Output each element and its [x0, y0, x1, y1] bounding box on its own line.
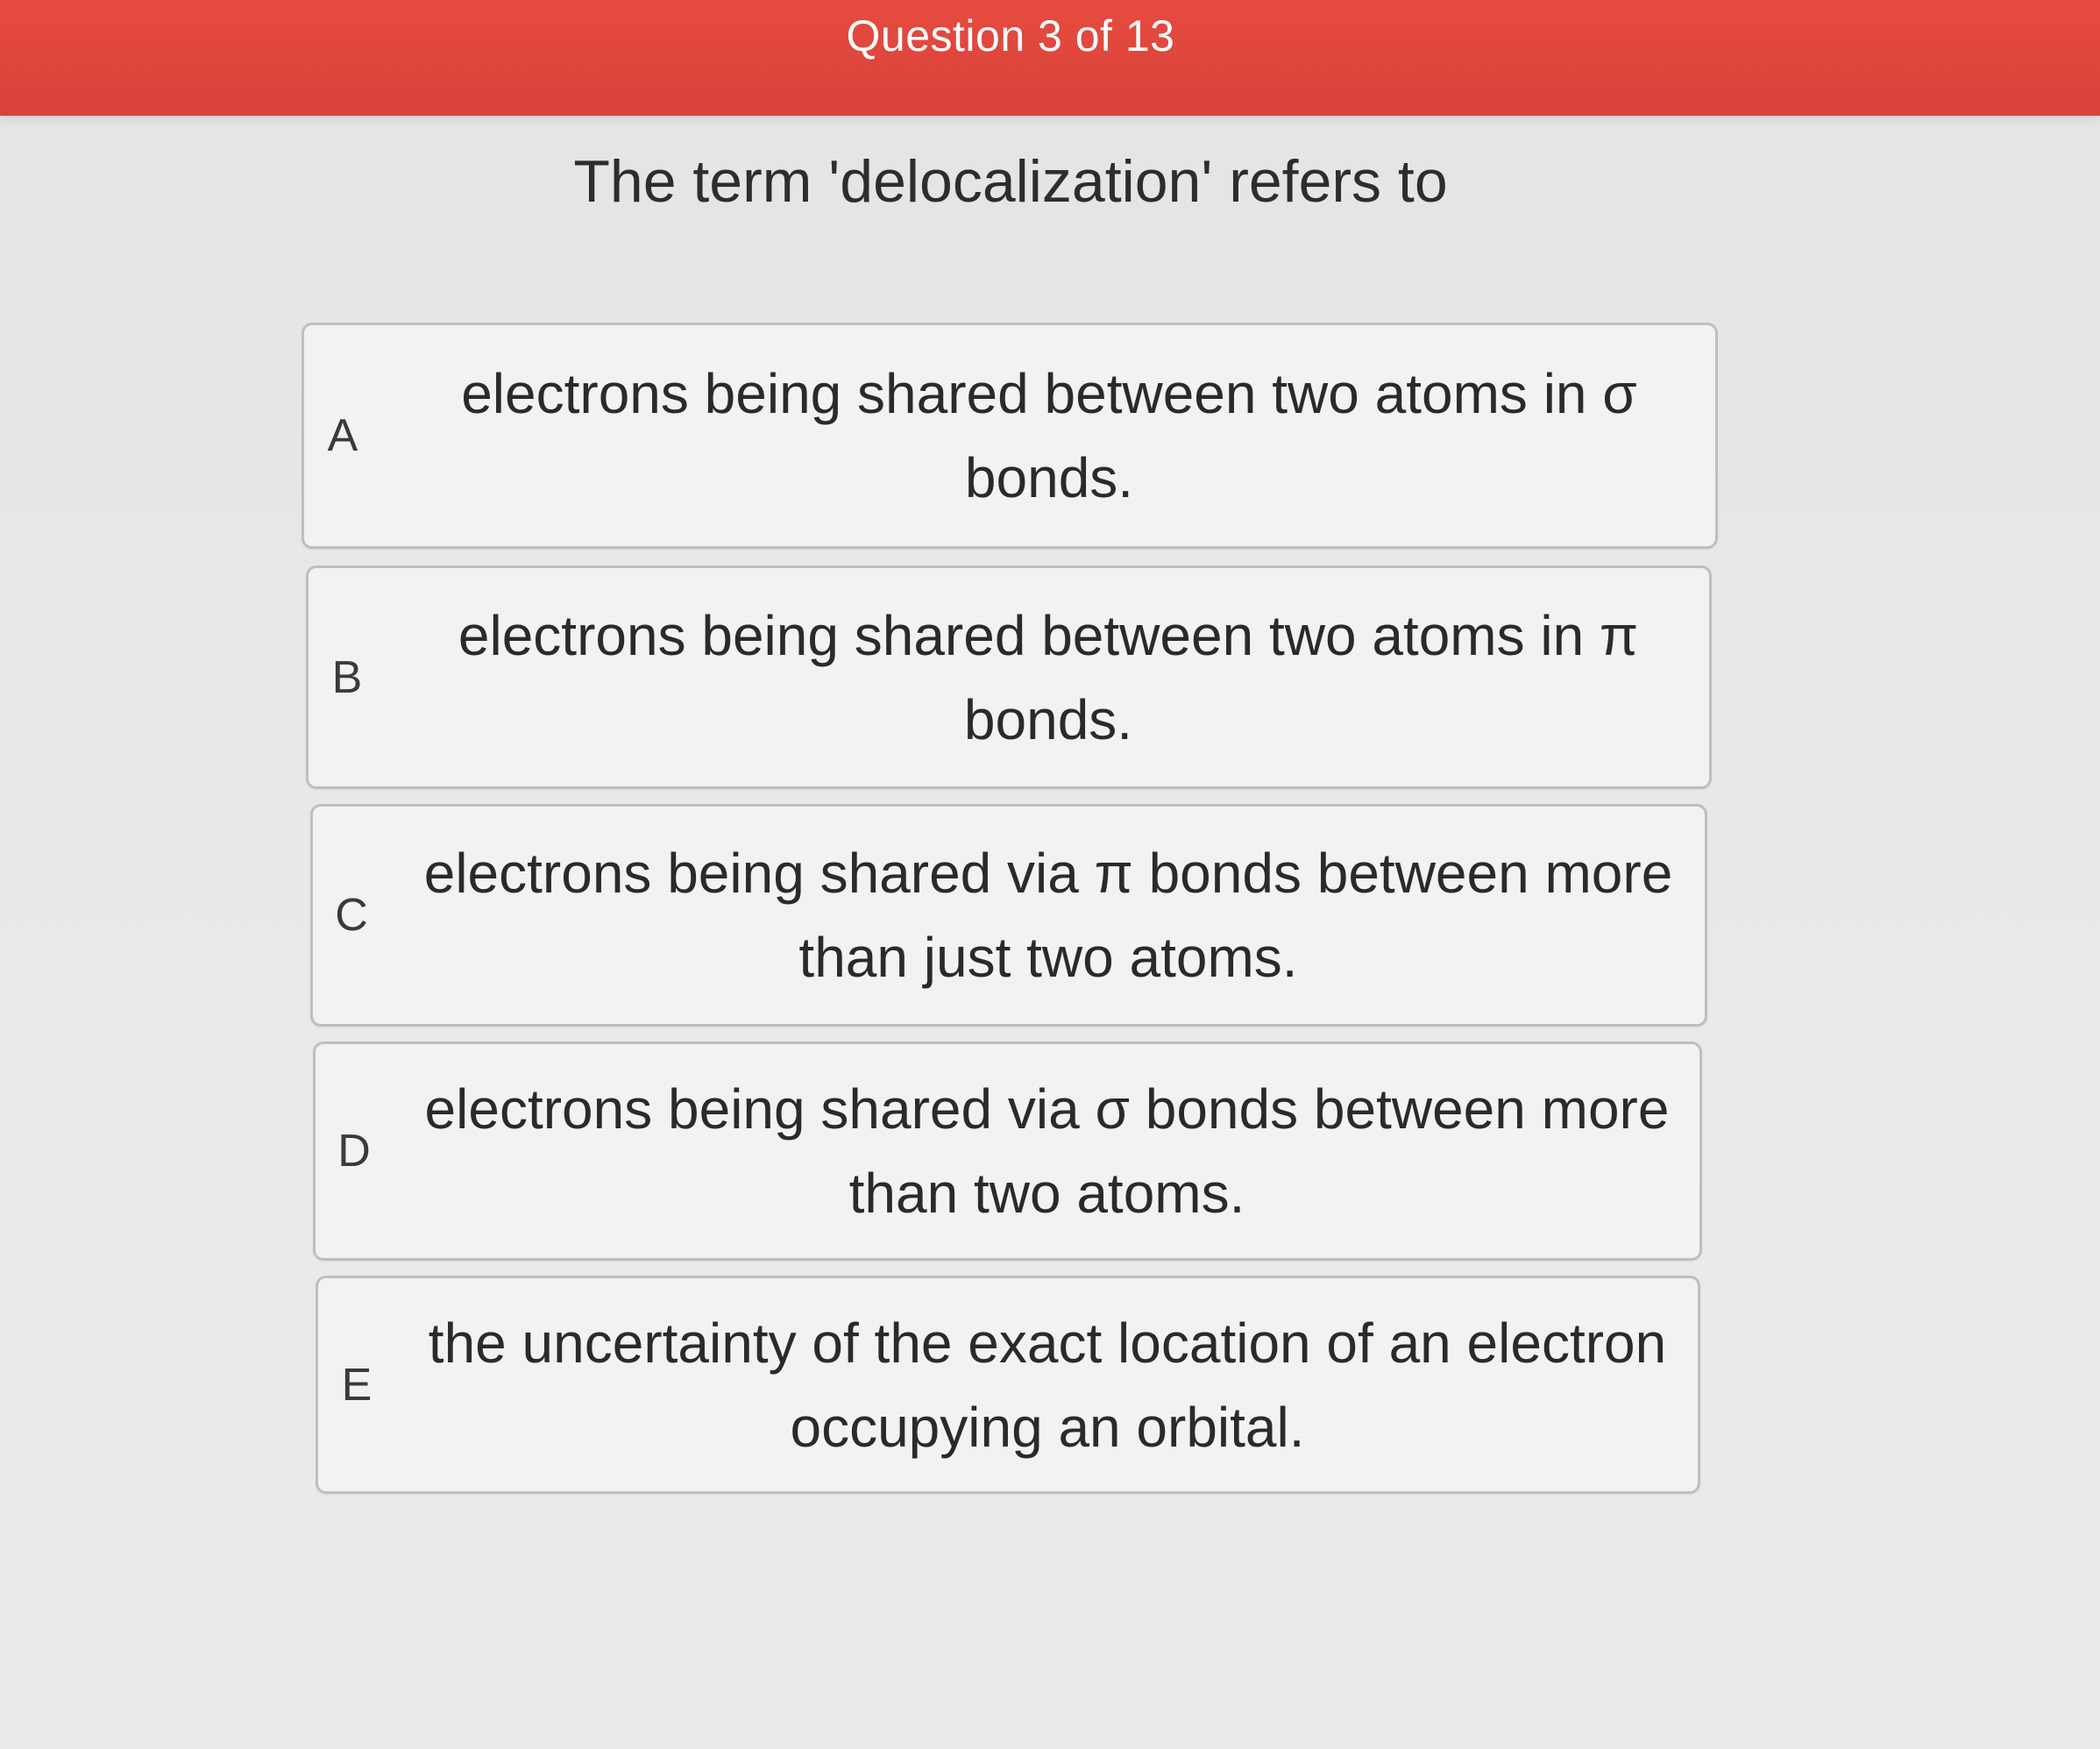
choice-letter-b: B [331, 651, 363, 703]
choice-text-e: the uncertainty of the exact location of… [428, 1311, 1667, 1459]
choice-text-a: electrons being shared between two atoms… [461, 362, 1637, 509]
choice-letter-c: C [335, 890, 368, 941]
question-prompt: The term 'delocalization' refers to [573, 148, 1448, 215]
choice-text-c: electrons being shared via π bonds betwe… [423, 842, 1673, 989]
answer-choice-e[interactable]: E the uncertainty of the exact location … [316, 1276, 1700, 1494]
question-counter: Question 3 of 13 [846, 11, 1175, 60]
answer-choice-b[interactable]: B electrons being shared between two ato… [306, 565, 1712, 789]
choice-letter-a: A [327, 410, 358, 461]
answer-choice-a[interactable]: A electrons being shared between two ato… [302, 323, 1718, 549]
question-header-bar: Question 3 of 13 [0, 0, 2100, 116]
answer-choice-d[interactable]: D electrons being shared via σ bonds bet… [313, 1042, 1702, 1261]
choice-text-d: electrons being shared via σ bonds betwe… [424, 1077, 1670, 1225]
choice-letter-d: D [337, 1126, 371, 1177]
choice-letter-e: E [341, 1359, 372, 1411]
answer-choice-c[interactable]: C electrons being shared via π bonds bet… [310, 804, 1707, 1027]
choice-text-b: electrons being shared between two atoms… [458, 603, 1639, 751]
